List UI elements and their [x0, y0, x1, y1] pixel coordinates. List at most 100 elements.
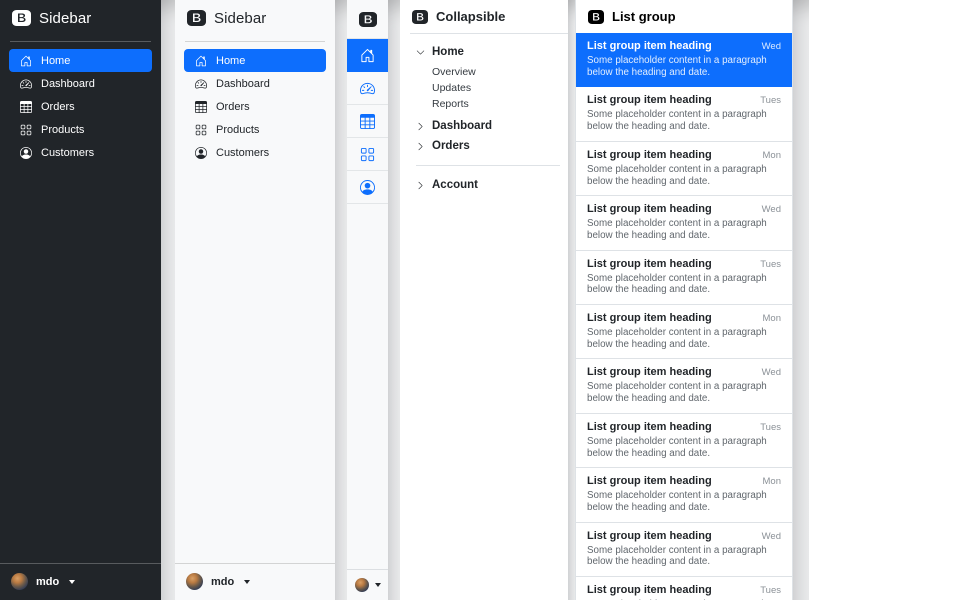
table-icon	[360, 114, 375, 129]
nav-item-customers[interactable]: Customers	[184, 141, 326, 164]
tree-item-updates[interactable]: Updates	[432, 80, 560, 96]
list-item-day: Tues	[760, 259, 781, 270]
nav-item-label: Customers	[41, 147, 94, 159]
list-item-body: Some placeholder content in a paragraph …	[587, 109, 781, 133]
list-item-body: Some placeholder content in a paragraph …	[587, 218, 781, 242]
list-item-heading: List group item heading	[587, 312, 712, 324]
nav-item-label: Dashboard	[41, 78, 95, 90]
sidebar-dark: Sidebar Home Dashboard Orders Products	[0, 0, 161, 600]
list-item[interactable]: List group item heading Tues Some placeh…	[576, 414, 792, 468]
list-item-body: Some placeholder content in a paragraph …	[587, 273, 781, 297]
tree-section-label: Account	[432, 179, 478, 191]
sidebar-light-brand[interactable]: Sidebar	[175, 0, 335, 41]
list-item-day: Mon	[763, 313, 781, 324]
nav-item-orders[interactable]: Orders	[9, 95, 152, 118]
list-item[interactable]: List group item heading Wed Some placeho…	[576, 33, 792, 87]
example-divider	[388, 0, 400, 600]
nav-item-home[interactable]: Home	[184, 49, 326, 72]
sidebar-light-nav: Home Dashboard Orders Products Customers	[175, 42, 335, 164]
bootstrap-logo-icon	[187, 10, 206, 26]
list-item-heading: List group item heading	[587, 149, 712, 161]
tree-item-overview[interactable]: Overview	[432, 64, 560, 80]
user-menu[interactable]	[347, 569, 388, 600]
avatar	[11, 573, 28, 590]
list-item[interactable]: List group item heading Tues Some placeh…	[576, 251, 792, 305]
tree-section-account[interactable]: Account	[416, 175, 560, 195]
list-item[interactable]: List group item heading Mon Some placeho…	[576, 468, 792, 522]
user-name: mdo	[211, 576, 234, 588]
person-circle-icon	[20, 147, 32, 159]
list-item[interactable]: List group item heading Mon Some placeho…	[576, 305, 792, 359]
list-item[interactable]: List group item heading Tues Some placeh…	[576, 577, 792, 600]
list-item-body: Some placeholder content in a paragraph …	[587, 55, 781, 79]
list-item[interactable]: List group item heading Tues Some placeh…	[576, 87, 792, 141]
sidebar-light: Sidebar Home Dashboard Orders Products	[175, 0, 335, 600]
nav-item-dashboard[interactable]: Dashboard	[9, 72, 152, 95]
nav-icon-orders[interactable]	[347, 105, 388, 138]
sidebar-icons-brand[interactable]	[347, 0, 388, 39]
person-circle-icon	[195, 147, 207, 159]
list-item[interactable]: List group item heading Wed Some placeho…	[576, 196, 792, 250]
sidebar-dark-brand[interactable]: Sidebar	[0, 0, 161, 41]
nav-item-label: Products	[216, 124, 259, 136]
divider	[416, 165, 560, 166]
list-item-heading: List group item heading	[587, 530, 712, 542]
tree-section-label: Orders	[432, 140, 470, 152]
list-item-body: Some placeholder content in a paragraph …	[587, 164, 781, 188]
nav-item-label: Customers	[216, 147, 269, 159]
tree-section-label: Dashboard	[432, 120, 492, 132]
collapsible-nav: Home Overview Updates Reports Dashboard …	[400, 34, 568, 195]
nav-item-label: Products	[41, 124, 84, 136]
list-group-brand[interactable]: List group	[576, 0, 792, 33]
speedometer-icon	[195, 78, 207, 90]
user-menu[interactable]: mdo	[175, 563, 335, 600]
nav-item-products[interactable]: Products	[184, 118, 326, 141]
nav-item-label: Orders	[41, 101, 75, 113]
house-icon	[360, 48, 375, 63]
table-icon	[20, 101, 32, 113]
list-item-body: Some placeholder content in a paragraph …	[587, 381, 781, 405]
grid-icon	[20, 124, 32, 136]
grid-icon	[195, 124, 207, 136]
list-item[interactable]: List group item heading Wed Some placeho…	[576, 359, 792, 413]
chevron-down-icon	[416, 48, 425, 57]
house-icon	[20, 55, 32, 67]
nav-icon-dashboard[interactable]	[347, 72, 388, 105]
list-item-heading: List group item heading	[587, 203, 712, 215]
list-item-body: Some placeholder content in a paragraph …	[587, 436, 781, 460]
tree-section-dashboard[interactable]: Dashboard	[416, 116, 560, 136]
nav-item-dashboard[interactable]: Dashboard	[184, 72, 326, 95]
sidebars-examples-page: Sidebar Home Dashboard Orders Products	[0, 0, 960, 600]
tree-section-orders[interactable]: Orders	[416, 136, 560, 156]
nav-item-customers[interactable]: Customers	[9, 141, 152, 164]
tree-section-home[interactable]: Home	[416, 42, 560, 62]
list-item[interactable]: List group item heading Wed Some placeho…	[576, 523, 792, 577]
nav-icon-home[interactable]	[347, 39, 388, 72]
list-item-body: Some placeholder content in a paragraph …	[587, 490, 781, 514]
list-item-day: Wed	[762, 204, 781, 215]
list-item-day: Mon	[763, 476, 781, 487]
nav-item-home[interactable]: Home	[9, 49, 152, 72]
list-item[interactable]: List group item heading Mon Some placeho…	[576, 142, 792, 196]
speedometer-icon	[20, 78, 32, 90]
bootstrap-logo-icon	[12, 10, 31, 26]
avatar	[355, 578, 369, 592]
list-item-heading: List group item heading	[587, 475, 712, 487]
sidebar-dark-nav: Home Dashboard Orders Products Customers	[0, 42, 161, 164]
sidebar-collapsible: Collapsible Home Overview Updates Report…	[400, 0, 568, 600]
list-item-body: Some placeholder content in a paragraph …	[587, 327, 781, 351]
list-item-heading: List group item heading	[587, 584, 712, 596]
house-icon	[195, 55, 207, 67]
list-group-pane: List group List group item heading Wed S…	[575, 0, 793, 600]
nav-item-orders[interactable]: Orders	[184, 95, 326, 118]
nav-icon-products[interactable]	[347, 138, 388, 171]
tree-children-home: Overview Updates Reports	[416, 64, 560, 112]
avatar	[186, 573, 203, 590]
list-item-day: Tues	[760, 95, 781, 106]
nav-icon-customers[interactable]	[347, 171, 388, 204]
nav-item-products[interactable]: Products	[9, 118, 152, 141]
user-menu[interactable]: mdo	[0, 563, 161, 600]
tree-item-reports[interactable]: Reports	[432, 96, 560, 112]
sidebar-collapsible-brand[interactable]: Collapsible	[400, 0, 568, 33]
brand-title: Sidebar	[214, 10, 266, 27]
